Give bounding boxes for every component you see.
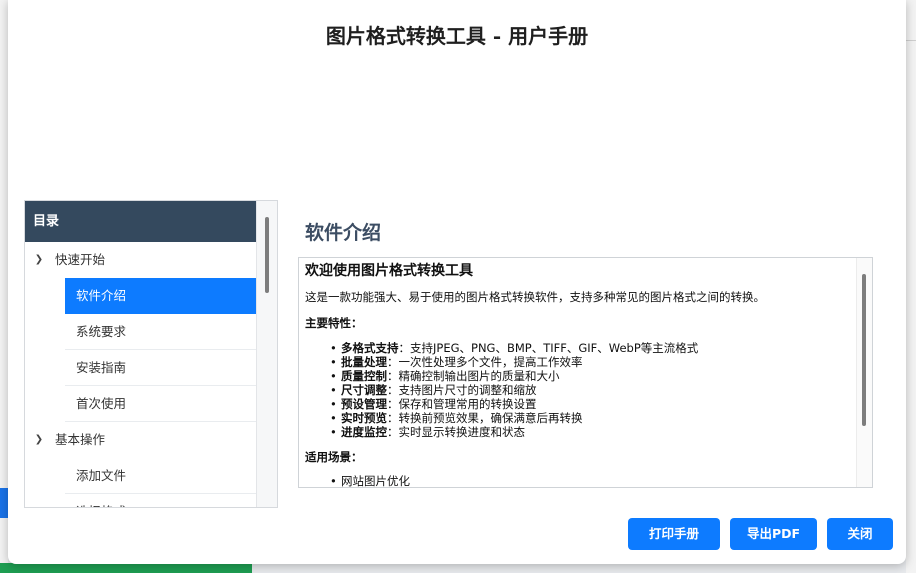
dialog-title: 图片格式转换工具 - 用户手册	[325, 24, 589, 48]
export-pdf-button[interactable]: 导出PDF	[730, 518, 817, 550]
print-manual-button[interactable]: 打印手册	[628, 518, 720, 550]
toc-group-label: 基本操作	[55, 432, 106, 447]
section-heading: 软件介绍	[305, 222, 382, 244]
list-item: 质量控制：精确控制输出图片的质量和大小	[330, 369, 850, 383]
content-scrollbar-thumb[interactable]	[862, 274, 866, 426]
table-of-contents: 目录 ❯ 快速开始 软件介绍 系统要求 安装指南 首次使用 ❯ 基本操作 添加文…	[24, 200, 278, 508]
toc-item-software-intro[interactable]: 软件介绍	[65, 278, 256, 314]
chevron-down-icon[interactable]: ❯	[32, 242, 46, 278]
list-item: 进度监控：实时显示转换进度和状态	[330, 425, 850, 439]
toc-item-select-format[interactable]: 选择格式	[65, 494, 256, 507]
toc-group-quick-start[interactable]: ❯ 快速开始	[25, 242, 277, 278]
list-item: 批量处理：一次性处理多个文件，提高工作效率	[330, 355, 850, 369]
scenarios-title: 适用场景：	[305, 450, 363, 464]
list-item: 网站图片优化	[330, 474, 850, 487]
list-item: 多格式支持：支持JPEG、PNG、BMP、TIFF、GIF、WebP等主流格式	[330, 341, 850, 355]
list-item: 尺寸调整：支持图片尺寸的调整和缩放	[330, 383, 850, 397]
features-title: 主要特性：	[305, 316, 363, 330]
toc-list: ❯ 快速开始 软件介绍 系统要求 安装指南 首次使用 ❯ 基本操作 添加文件 选…	[25, 242, 277, 507]
toc-group-label: 快速开始	[55, 252, 106, 267]
toc-item-system-requirements[interactable]: 系统要求	[65, 314, 256, 350]
user-manual-dialog: 图片格式转换工具 - 用户手册 目录 ❯ 快速开始 软件介绍 系统要求 安装指南…	[8, 0, 906, 564]
manual-content-pane: 欢迎使用图片格式转换工具 这是一款功能强大、易于使用的图片格式转换软件，支持多种…	[298, 257, 873, 488]
scenarios-list: 网站图片优化	[305, 474, 850, 487]
chevron-down-icon[interactable]: ❯	[32, 422, 46, 458]
doc-intro: 这是一款功能强大、易于使用的图片格式转换软件，支持多种常见的图片格式之间的转换。	[305, 290, 765, 304]
toc-scrollbar[interactable]	[256, 201, 277, 507]
background-window-edge-right	[906, 0, 916, 573]
toc-header: 目录	[25, 201, 277, 242]
list-item: 实时预览：转换前预览效果，确保满意后再转换	[330, 411, 850, 425]
close-button[interactable]: 关闭	[827, 518, 893, 550]
background-gridline	[906, 40, 916, 41]
toc-scrollbar-thumb[interactable]	[265, 217, 269, 293]
toc-item-install-guide[interactable]: 安装指南	[65, 350, 256, 386]
manual-content: 欢迎使用图片格式转换工具 这是一款功能强大、易于使用的图片格式转换软件，支持多种…	[305, 258, 850, 487]
list-item: 预设管理：保存和管理常用的转换设置	[330, 397, 850, 411]
toc-group-basic-operations[interactable]: ❯ 基本操作	[25, 422, 277, 458]
features-list: 多格式支持：支持JPEG、PNG、BMP、TIFF、GIF、WebP等主流格式 …	[305, 341, 850, 439]
background-app-bar	[0, 563, 252, 573]
content-scrollbar[interactable]	[856, 258, 872, 487]
doc-title: 欢迎使用图片格式转换工具	[305, 263, 473, 279]
background-app-tab	[0, 488, 8, 518]
toc-item-first-use[interactable]: 首次使用	[65, 386, 256, 422]
toc-item-add-files[interactable]: 添加文件	[65, 458, 256, 494]
